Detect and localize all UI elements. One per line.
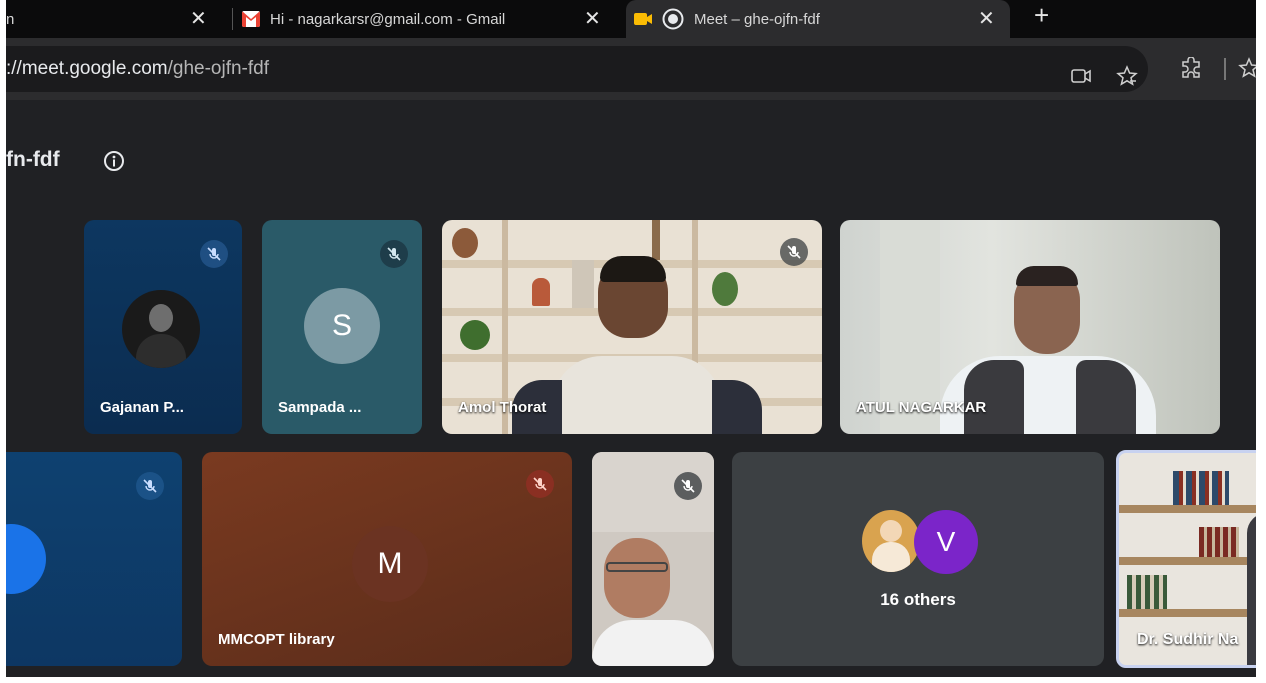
browser-tab-previous[interactable]: n ✕ xyxy=(6,0,228,38)
avatar: S xyxy=(304,288,380,364)
others-tile[interactable]: V 16 others xyxy=(732,452,1104,666)
browser-tab-meet[interactable]: Meet – ghe-ojfn-fdf ✕ xyxy=(626,0,1010,38)
recording-indicator-icon xyxy=(662,8,684,30)
participant-name: Dr. Sudhir Na xyxy=(1137,631,1239,648)
tab-title: n xyxy=(6,10,15,28)
participant-video-tile[interactable]: Amol Thorat xyxy=(442,220,822,434)
extensions-icon[interactable] xyxy=(1180,57,1202,79)
participant-video-tile[interactable]: ATUL NAGARKAR xyxy=(840,220,1220,434)
avatar: M xyxy=(352,526,428,602)
url-text: ://meet.google.com/ghe-ojfn-fdf xyxy=(6,58,269,80)
mic-off-icon xyxy=(200,240,228,268)
tab-title: Meet – ghe-ojfn-fdf xyxy=(694,10,820,28)
tab-title: Hi - nagarkarsr@gmail.com - Gmail xyxy=(270,10,506,28)
url-path: /ghe-ojfn-fdf xyxy=(167,58,269,79)
new-tab-icon[interactable]: + xyxy=(1034,0,1049,30)
participant-tile[interactable]: S Sampada ... xyxy=(262,220,422,434)
avatar xyxy=(122,290,200,368)
avatar: V xyxy=(914,510,978,574)
screenshot-frame: n ✕ Hi - nagarkarsr@gmail.com - Gmail ✕ … xyxy=(6,0,1256,677)
meeting-title: fn-fdf xyxy=(6,148,60,171)
participant-video-tile[interactable]: Dr. Sudhir Na xyxy=(1116,450,1256,668)
meeting-info-icon[interactable] xyxy=(103,150,125,172)
participant-name: Sampada ... xyxy=(278,399,362,416)
tab-separator xyxy=(232,8,233,30)
url-domain: ://meet.google.com xyxy=(6,58,168,79)
avatar xyxy=(862,510,920,572)
close-tab-icon[interactable]: ✕ xyxy=(978,9,995,29)
participant-video-tile[interactable] xyxy=(592,452,714,666)
mic-off-icon xyxy=(380,240,408,268)
gmail-icon xyxy=(242,11,260,27)
participant-name: Gajanan P... xyxy=(100,399,184,416)
participant-face xyxy=(604,538,670,618)
participant-tile[interactable] xyxy=(6,452,182,666)
camera-in-use-icon[interactable] xyxy=(1070,65,1092,87)
browser-toolbar: ://meet.google.com/ghe-ojfn-fdf xyxy=(6,38,1256,100)
participant-name: MMCOPT library xyxy=(218,631,335,648)
favorite-star-icon[interactable] xyxy=(1116,65,1138,87)
participant-tile[interactable]: M MMCOPT library xyxy=(202,452,572,666)
mic-off-icon xyxy=(136,472,164,500)
mic-off-icon xyxy=(674,472,702,500)
close-tab-icon[interactable]: ✕ xyxy=(584,9,601,29)
participant-name: Amol Thorat xyxy=(458,399,547,416)
participant-name: ATUL NAGARKAR xyxy=(856,399,987,416)
browser-tab-strip: n ✕ Hi - nagarkarsr@gmail.com - Gmail ✕ … xyxy=(6,0,1256,38)
mic-off-icon xyxy=(780,238,808,266)
browser-tab-gmail[interactable]: Hi - nagarkarsr@gmail.com - Gmail ✕ xyxy=(242,0,622,38)
mic-off-icon xyxy=(526,470,554,498)
meet-icon xyxy=(634,13,652,25)
address-bar[interactable]: ://meet.google.com/ghe-ojfn-fdf xyxy=(6,46,1148,92)
close-tab-icon[interactable]: ✕ xyxy=(190,9,207,29)
participant-tile[interactable]: Gajanan P... xyxy=(84,220,242,434)
avatar xyxy=(6,524,46,594)
favorites-icon[interactable] xyxy=(1238,57,1256,79)
toolbar-divider xyxy=(1224,58,1226,80)
others-count: 16 others xyxy=(880,590,956,609)
